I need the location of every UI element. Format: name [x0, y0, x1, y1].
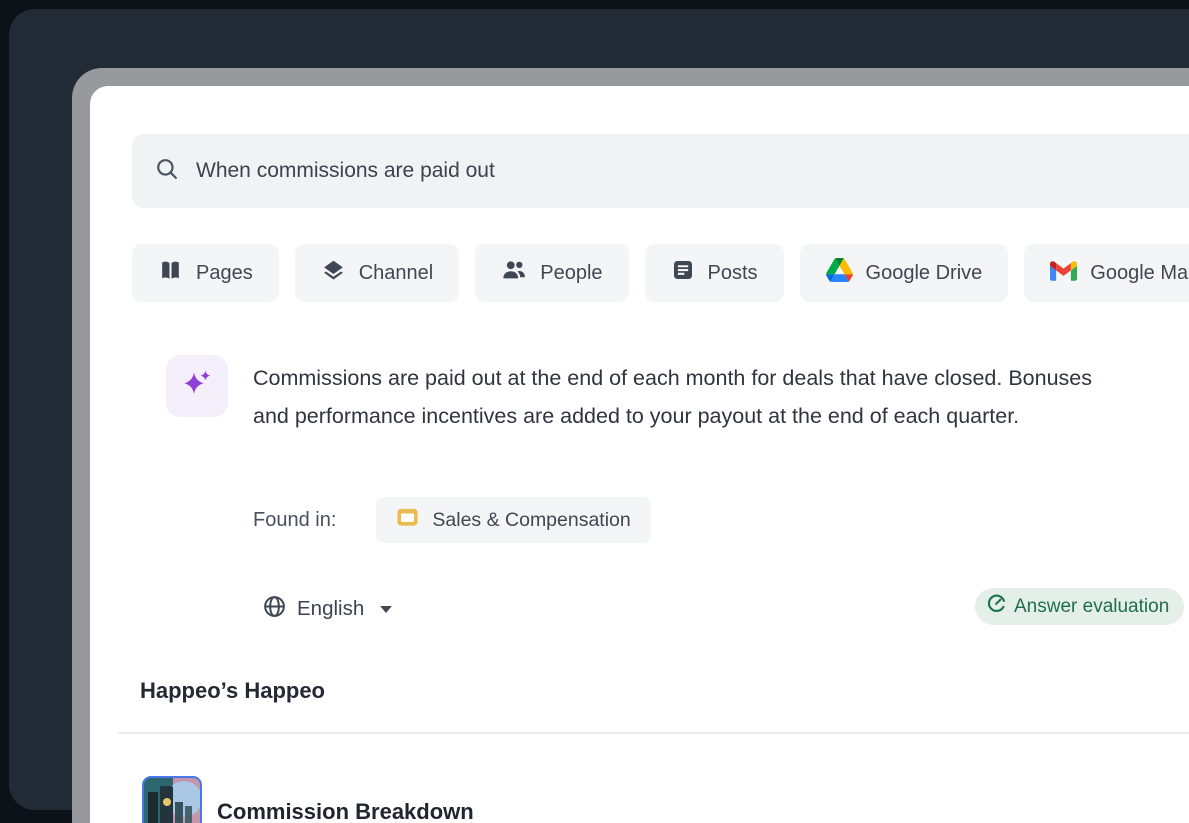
found-in-row: Found in: Sales & Compensation: [253, 497, 651, 543]
filter-chip-people[interactable]: People: [475, 244, 628, 302]
gmail-icon: [1050, 260, 1077, 287]
chevron-down-icon: [380, 600, 392, 618]
filter-chip-google-drive[interactable]: Google Drive: [800, 244, 1009, 302]
search-input[interactable]: [196, 159, 1189, 183]
search-window: Pages Channel: [90, 86, 1189, 823]
filter-chip-posts[interactable]: Posts: [645, 244, 784, 302]
results-section-heading: Happeo’s Happeo: [140, 678, 325, 704]
browser-frame: Pages Channel: [72, 68, 1189, 823]
page-card-icon: [396, 506, 419, 535]
search-icon: [154, 156, 196, 187]
filter-chip-label: Posts: [708, 262, 758, 285]
filter-chip-row: Pages Channel: [132, 244, 1189, 302]
google-drive-icon: [826, 258, 853, 288]
gauge-icon: [986, 593, 1007, 620]
source-chip-sales-compensation[interactable]: Sales & Compensation: [376, 497, 650, 543]
search-bar[interactable]: [132, 134, 1189, 208]
screenshot-stage: Pages Channel: [0, 0, 1189, 823]
language-selector[interactable]: English: [262, 594, 392, 624]
answer-evaluation-label: Answer evaluation: [1014, 596, 1169, 618]
ai-answer-text: Commissions are paid out at the end of e…: [253, 359, 1125, 435]
filter-chip-google-mail[interactable]: Google Mail: [1024, 244, 1189, 302]
answer-evaluation-button[interactable]: Answer evaluation: [975, 588, 1184, 625]
filter-chip-channel[interactable]: Channel: [295, 244, 460, 302]
source-chip-label: Sales & Compensation: [432, 509, 630, 532]
section-divider: [118, 732, 1189, 734]
found-in-label: Found in:: [253, 509, 336, 532]
people-icon: [501, 257, 527, 289]
result-title: Commission Breakdown: [217, 799, 474, 823]
pages-icon: [158, 258, 183, 289]
language-label: English: [297, 597, 364, 621]
result-thumbnail: [142, 776, 202, 823]
layers-icon: [321, 258, 346, 289]
filter-chip-label: Pages: [196, 262, 253, 285]
sparkle-icon: [179, 366, 215, 407]
globe-icon: [262, 594, 287, 624]
result-item[interactable]: Commission Breakdown: [142, 776, 474, 823]
filter-chip-label: Google Drive: [866, 262, 983, 285]
filter-chip-label: Channel: [359, 262, 434, 285]
posts-icon: [671, 258, 695, 288]
filter-chip-label: Google Mail: [1090, 262, 1189, 285]
filter-chip-label: People: [540, 262, 602, 285]
filter-chip-pages[interactable]: Pages: [132, 244, 279, 302]
ai-answer-badge: [166, 355, 228, 417]
